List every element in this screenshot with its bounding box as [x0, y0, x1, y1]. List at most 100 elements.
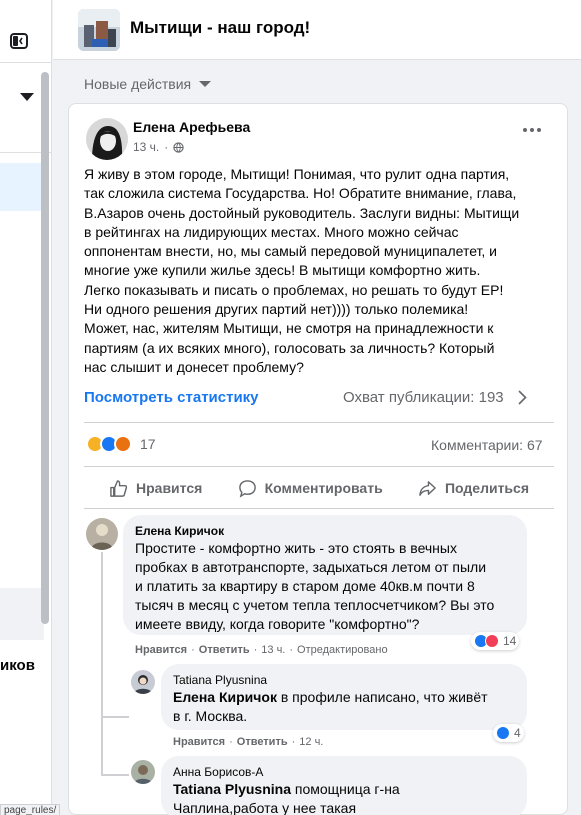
post-text-line: Легко показывать и писать о проблемах, н…: [84, 281, 504, 298]
separator-dot: ·: [164, 140, 169, 154]
post-timestamp[interactable]: 13 ч. ·: [133, 140, 184, 154]
comment-reactions[interactable]: 14: [471, 632, 520, 650]
comment-time[interactable]: 12 ч.: [299, 736, 323, 748]
comment-author[interactable]: Елена Киричок: [135, 523, 515, 539]
comment-meta: Нравится · Ответить · 13 ч. · Отредактир…: [135, 644, 388, 656]
comment-label: Комментировать: [264, 480, 383, 496]
separator-dot: ·: [291, 736, 296, 748]
feed-sort-dropdown[interactable]: Новые действия: [84, 76, 212, 92]
author-avatar[interactable]: [86, 118, 128, 160]
comment-text-line: в г. Москва.: [173, 708, 248, 724]
post-time-label: 13 ч.: [133, 140, 160, 154]
like-label: Нравится: [136, 480, 203, 496]
group-header: Мытищи - наш город!: [53, 0, 581, 60]
angry-reaction-icon: [114, 435, 132, 453]
post-text-line: Я живу в этом городе, Мытищи! Понимая, ч…: [84, 166, 510, 182]
separator-dot: ·: [289, 644, 294, 656]
sidebar-divider: [0, 62, 52, 63]
share-button[interactable]: Поделиться: [418, 469, 529, 507]
comment-bubble: Анна Борисов-А Tatiana Plyusnina помощни…: [161, 756, 527, 815]
comment-text-line: Простите - комфортно жить - это стоять в…: [135, 540, 457, 556]
comment-reactions-count: 14: [503, 634, 517, 648]
post-text-line: многие уже купили жилье здесь! В мытищи …: [84, 262, 481, 279]
comment-time[interactable]: 13 ч.: [261, 644, 285, 656]
comment-text-line: помощница г-на: [291, 781, 400, 797]
comment-like-link[interactable]: Нравится: [135, 644, 187, 656]
comment-meta: Нравится · Ответить · 12 ч.: [173, 736, 323, 748]
post-author-name[interactable]: Елена Арефьева: [133, 119, 250, 135]
globe-icon: [173, 141, 184, 153]
comment-icon: [238, 479, 256, 498]
post-reach[interactable]: Охват публикации: 193: [343, 389, 527, 406]
commenter-avatar[interactable]: [131, 670, 155, 694]
post-text-line: нас слышит и донесет проблему?: [84, 358, 304, 375]
like-button[interactable]: Нравится: [109, 469, 202, 507]
post-body: Я живу в этом городе, Мытищи! Понимая, ч…: [84, 165, 560, 377]
comment-like-link[interactable]: Нравится: [173, 736, 225, 748]
comment-text-line: Чаплина,работа у нее такая: [173, 800, 357, 815]
comment-text-line: тысяч в месяц с учетом тепла теплосчетчи…: [135, 597, 495, 613]
commenter-avatar[interactable]: [131, 760, 155, 784]
post-text-line: в рейтингах на лидирующих местах. Много …: [84, 223, 459, 240]
thumbs-up-icon: [110, 479, 128, 497]
post-text-line: Может, нас, жителям Мытищи, не смотря на…: [84, 320, 494, 337]
comment-thread-line: [101, 774, 129, 776]
share-icon: [419, 480, 436, 496]
sidebar-scrollbar[interactable]: [41, 72, 49, 624]
comment-thread-line: [101, 718, 103, 774]
comment-reply-link[interactable]: Ответить: [237, 736, 288, 748]
more-options-button[interactable]: [523, 128, 541, 132]
like-reaction-icon: [496, 726, 510, 740]
post-text-line: так сложила система Государства. Но! Обр…: [84, 185, 517, 202]
separator-dot: ·: [253, 644, 258, 656]
chevron-down-icon[interactable]: [20, 93, 34, 101]
comment-text: Простите - комфортно жить - это стоять в…: [135, 539, 515, 634]
caret-down-icon: [199, 81, 212, 87]
comment-mention[interactable]: Елена Киричок: [173, 689, 277, 705]
divider: [84, 466, 554, 467]
comment-text-line: и платить за квартиру в старом доме 40кв…: [135, 578, 475, 594]
separator-dot: ·: [191, 644, 195, 656]
group-title[interactable]: Мытищи - наш город!: [130, 18, 310, 38]
chevron-right-icon: [518, 390, 527, 405]
reactions-summary[interactable]: 17: [86, 435, 156, 453]
post-reach-label: Охват публикации: 193: [343, 389, 504, 406]
sidebar-toggle-icon: [10, 33, 28, 49]
comment-text-line: пробках в автотранспорте, задыхаться лет…: [135, 559, 487, 575]
group-cover-thumbnail[interactable]: [78, 9, 120, 51]
divider: [84, 422, 554, 423]
comment-button[interactable]: Комментировать: [238, 469, 383, 507]
view-insights-link[interactable]: Посмотреть статистику: [84, 389, 259, 406]
left-sidebar: иков page_rules/: [0, 0, 61, 815]
comment-author[interactable]: Анна Борисов-А: [173, 764, 515, 780]
feed-sort-label: Новые действия: [84, 76, 192, 92]
status-bar-url: page_rules/: [0, 804, 61, 815]
share-label: Поделиться: [444, 480, 529, 496]
sidebar-item-label[interactable]: иков: [0, 657, 35, 674]
separator-dot: ·: [229, 736, 233, 748]
comment-text: Tatiana Plyusnina помощница г-на Чаплина…: [173, 780, 515, 815]
comment-edited-label[interactable]: Отредактировано: [297, 644, 388, 656]
comment-mention[interactable]: Tatiana Plyusnina: [173, 781, 291, 797]
post-text-line: оппонентам внести, но, мы самый передово…: [84, 243, 497, 260]
comment-reactions[interactable]: 4: [493, 724, 524, 742]
comment-reply-link[interactable]: Ответить: [199, 644, 250, 656]
sidebar-item-active[interactable]: [0, 163, 44, 211]
comment-reactions-count: 4: [514, 726, 521, 740]
comment-thread-line: [101, 552, 103, 716]
comment-bubble: Елена Киричок Простите - комфортно жить …: [123, 515, 527, 635]
comment-text-line: в профиле написано, что живёт: [276, 689, 488, 705]
sidebar-item[interactable]: [0, 588, 44, 640]
comment-text-line: имеете ввиду, когда говорите "комфортно"…: [135, 616, 420, 632]
commenter-avatar[interactable]: [86, 518, 118, 550]
post-text-line: партиям (а их всяких много), голосовать …: [84, 339, 495, 356]
post-text-line: Ни одного решения других партий нет)))) …: [84, 301, 469, 318]
divider: [84, 508, 554, 509]
comment-bubble: Tatiana Plyusnina Елена Киричок в профил…: [161, 664, 527, 730]
comment-thread-line: [101, 716, 129, 718]
comments-count[interactable]: Комментарии: 67: [431, 437, 543, 453]
post-card: Елена Арефьева 13 ч. · Я живу в этом гор…: [68, 103, 568, 815]
love-reaction-icon: [485, 634, 499, 648]
sidebar-collapse-button[interactable]: [6, 28, 32, 54]
comment-author[interactable]: Tatiana Plyusnina: [173, 672, 515, 688]
